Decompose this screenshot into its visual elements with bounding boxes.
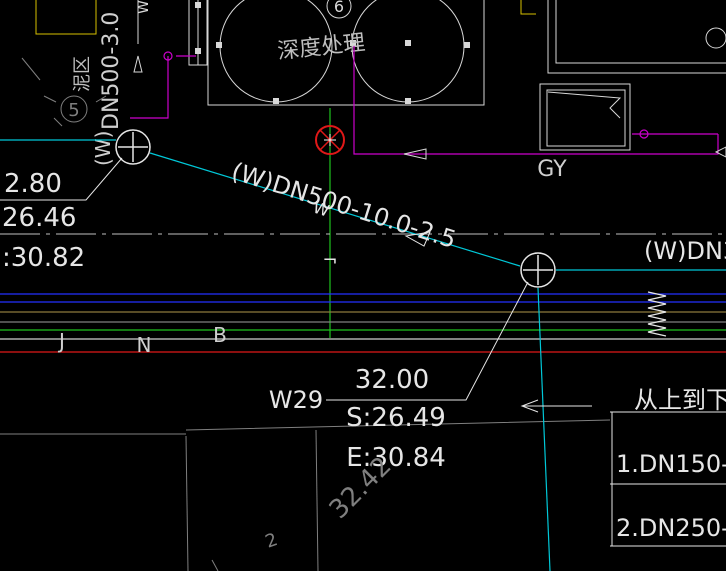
- node: [405, 40, 411, 46]
- note-item-2: 2.DN250-: [616, 514, 726, 542]
- left-value-2: 26.46: [2, 203, 76, 233]
- node: [216, 42, 222, 48]
- line-b-label: B: [213, 323, 227, 347]
- node: [464, 42, 470, 48]
- node: [195, 48, 201, 54]
- left-circle-number: 5: [68, 100, 79, 121]
- node: [405, 98, 411, 104]
- left-vertical-pipe-label: DN500-3.0: [99, 12, 124, 130]
- dn-right-label: (W)DN3: [644, 237, 726, 265]
- hook-mark: ¬: [322, 250, 337, 271]
- manhole-start-elevation: S:26.49: [346, 403, 446, 433]
- line-n-label: N: [137, 333, 152, 357]
- node: [195, 2, 201, 8]
- manhole-top-elevation: 32.00: [355, 365, 429, 395]
- left-top-vertical: 泥区: [72, 56, 93, 92]
- left-w-tag: W: [136, 0, 152, 14]
- gy-label: GY: [537, 157, 567, 182]
- node: [273, 98, 279, 104]
- note-item-1: 1.DN150-(: [616, 450, 726, 478]
- left-value-3: :30.82: [2, 243, 85, 273]
- tank-number: 6: [334, 0, 344, 16]
- note-title: 从上到下:: [634, 386, 726, 414]
- manhole-id: W29: [269, 386, 323, 414]
- cad-drawing-canvas: 深度处理 6 DN500-3.0 (W) 泥区 W 5 GY ¬ J N B (…: [0, 0, 726, 571]
- left-value-1: 2.80: [4, 169, 62, 199]
- left-vertical-code: (W): [91, 131, 115, 166]
- manhole-right: [520, 252, 556, 288]
- line-j-label: J: [57, 329, 65, 353]
